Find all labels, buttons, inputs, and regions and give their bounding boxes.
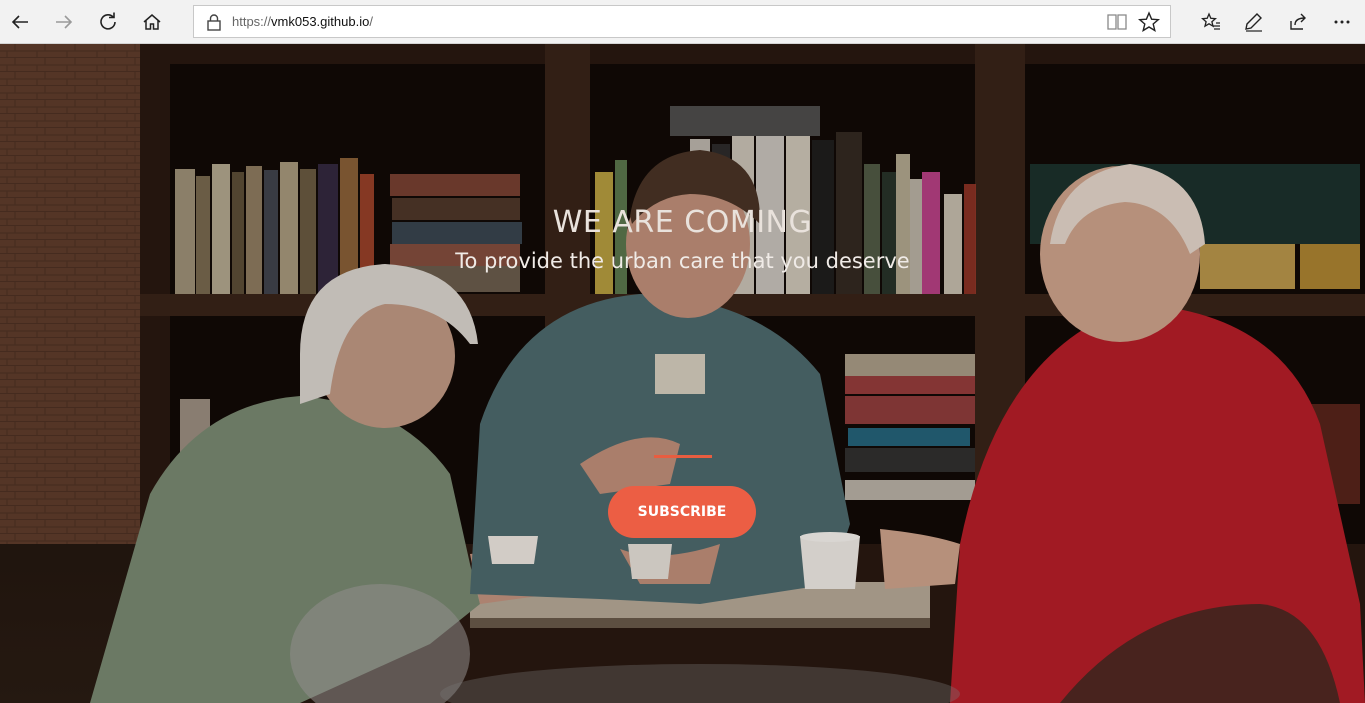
favorite-star-icon[interactable] — [1138, 11, 1160, 33]
hero-section: WE ARE COMING To provide the urban care … — [0, 44, 1365, 703]
favorites-list-icon — [1201, 12, 1220, 30]
lock-icon — [207, 14, 221, 31]
pen-icon — [1245, 13, 1262, 32]
forward-arrow-icon — [56, 15, 73, 29]
share-button[interactable] — [1284, 8, 1312, 36]
home-button[interactable] — [136, 6, 168, 38]
address-bar[interactable]: https://vmk053.github.io/ — [193, 5, 1171, 38]
back-arrow-icon — [11, 15, 28, 29]
back-button[interactable] — [4, 6, 36, 38]
hero-overlay — [0, 44, 1365, 703]
forward-button[interactable] — [48, 6, 80, 38]
home-icon — [143, 14, 161, 30]
hero-subline: To provide the urban care that you deser… — [455, 249, 910, 273]
refresh-icon — [100, 12, 116, 30]
subscribe-button[interactable]: Subscribe — [608, 486, 756, 538]
notes-button[interactable] — [1240, 8, 1268, 36]
browser-toolbar: https://vmk053.github.io/ — [0, 0, 1365, 44]
refresh-button[interactable] — [92, 6, 124, 38]
url-text: https://vmk053.github.io/ — [232, 14, 373, 29]
share-icon — [1290, 13, 1306, 30]
hero-headline: WE ARE COMING — [552, 205, 813, 240]
favorites-hub-button[interactable] — [1197, 8, 1225, 36]
more-button[interactable] — [1328, 8, 1356, 36]
accent-divider — [654, 455, 712, 458]
reading-view-icon[interactable] — [1106, 12, 1128, 32]
more-icon — [1334, 20, 1350, 24]
